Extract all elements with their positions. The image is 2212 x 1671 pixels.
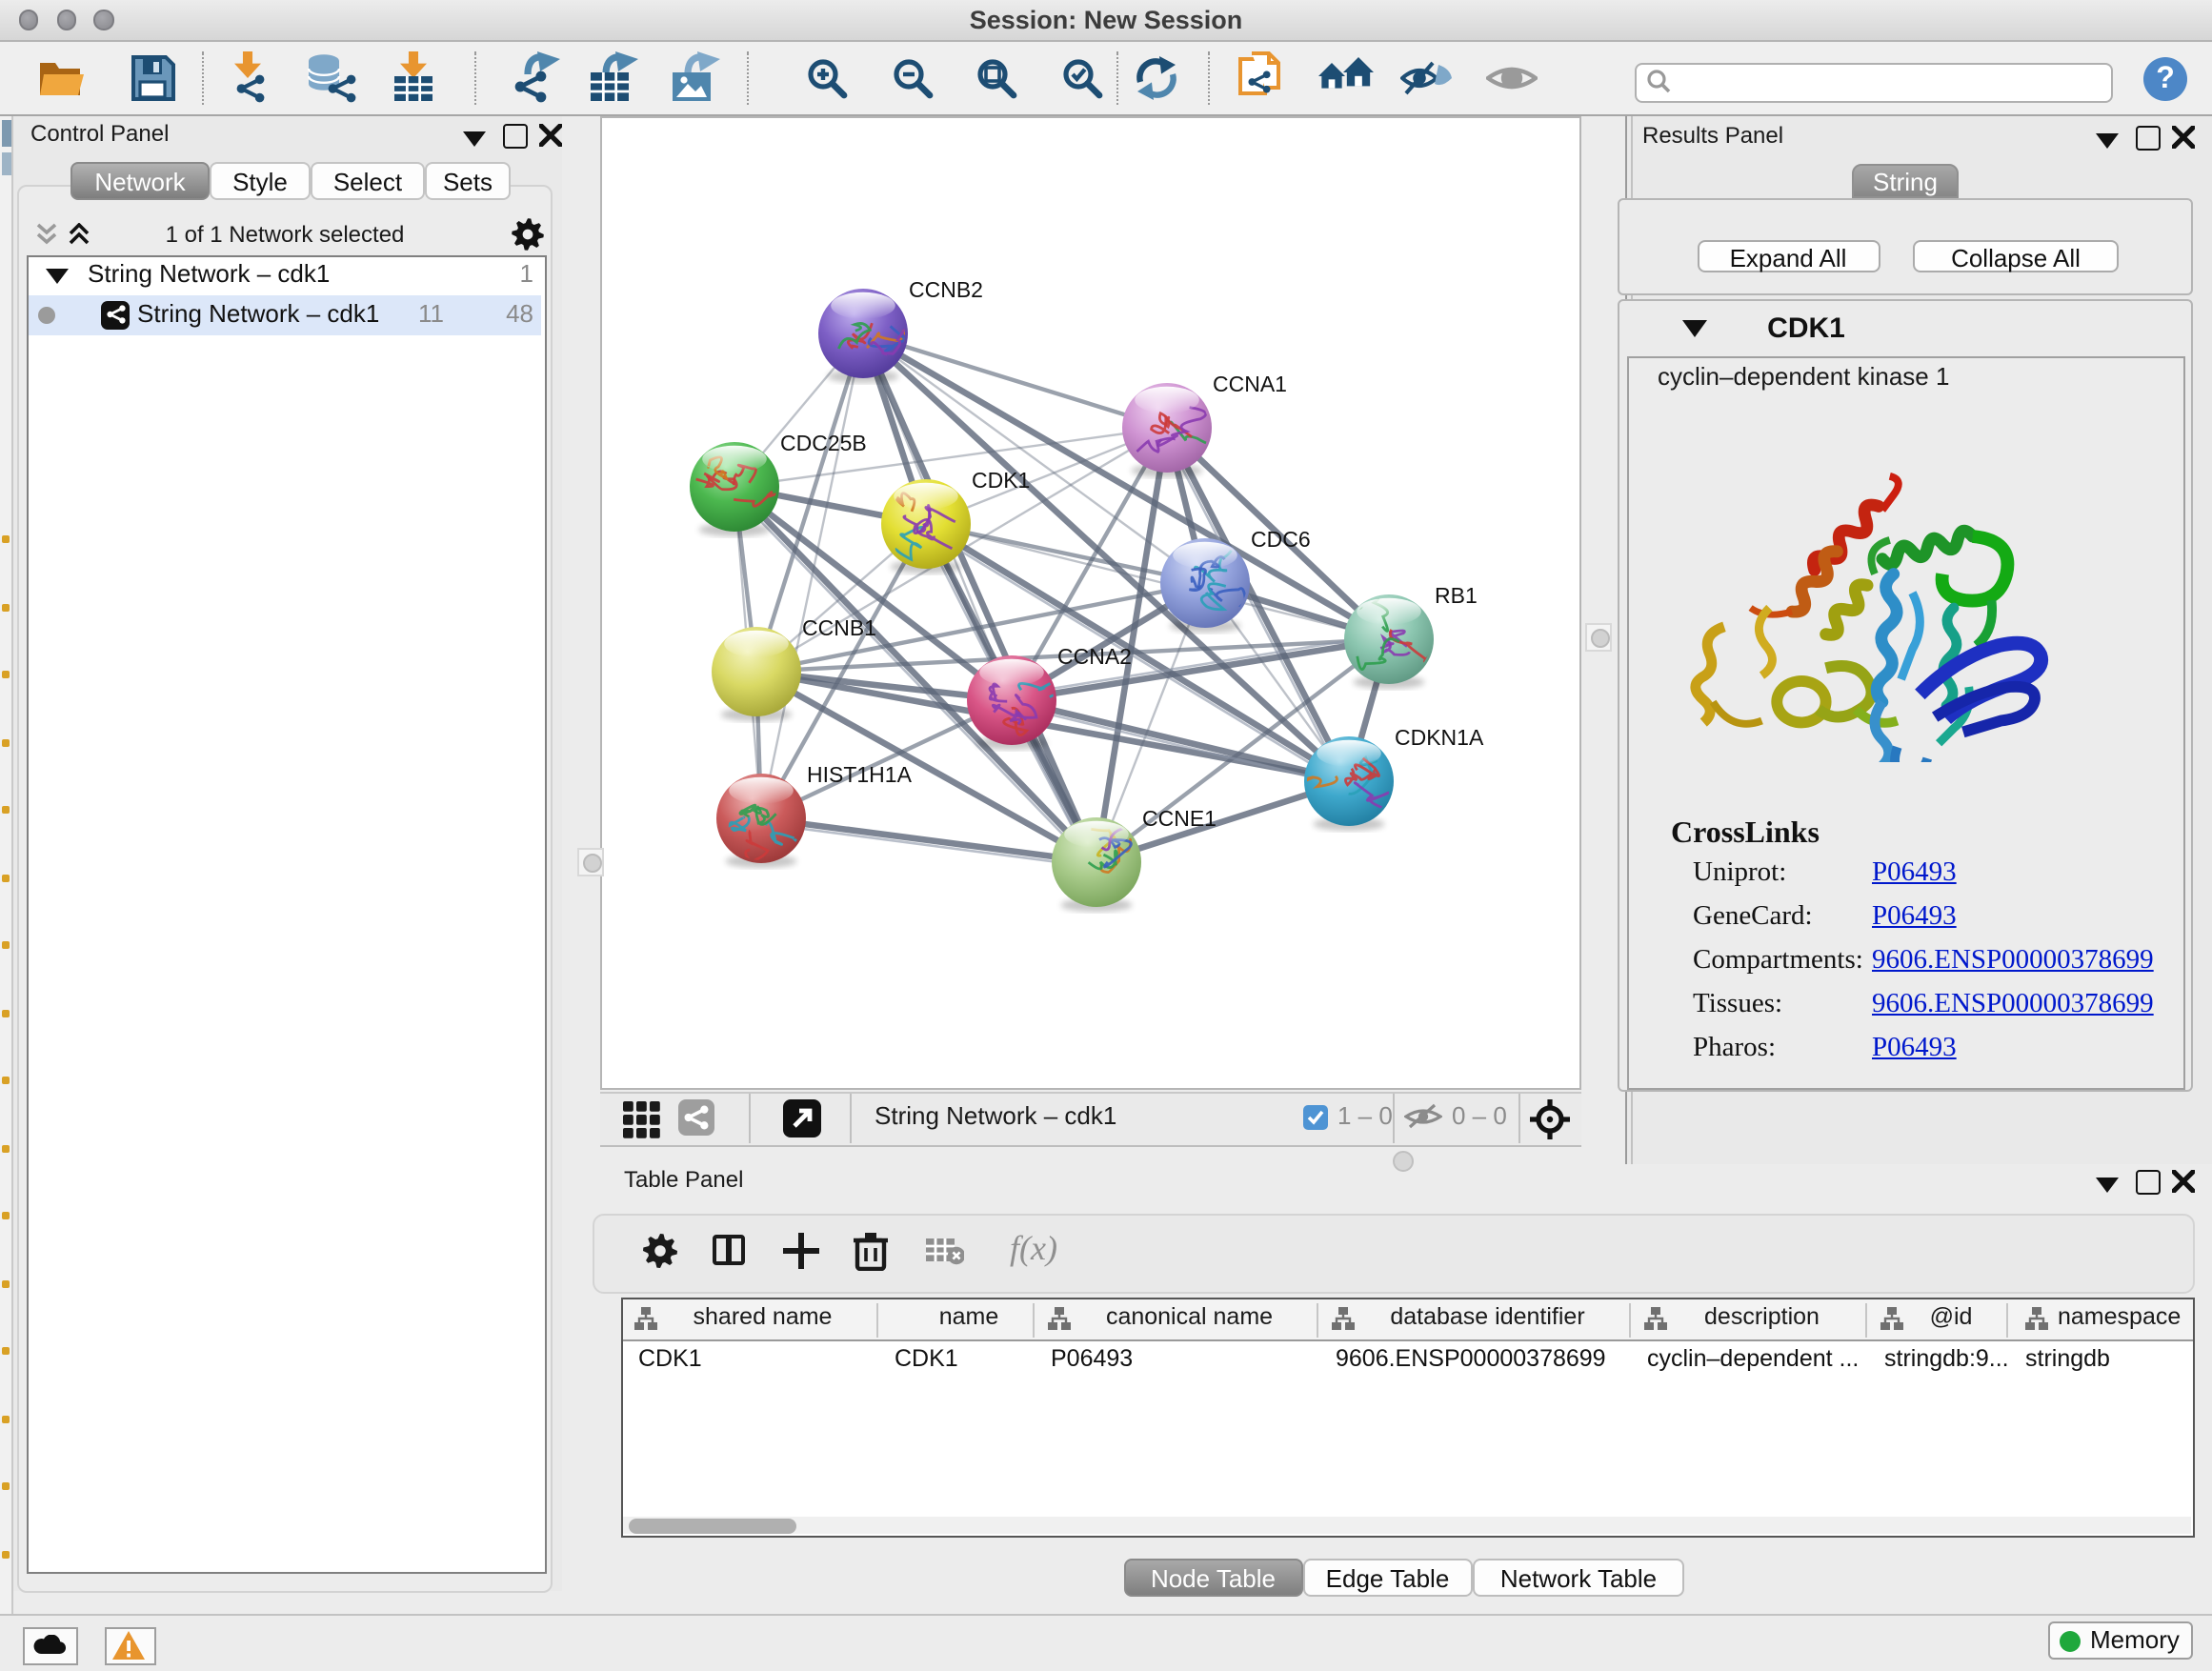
- svg-text:CCNB1: CCNB1: [801, 615, 875, 640]
- svg-text:HIST1H1A: HIST1H1A: [806, 762, 912, 787]
- svg-text:RB1: RB1: [1434, 583, 1477, 608]
- svg-text:CDC25B: CDC25B: [779, 431, 866, 455]
- svg-text:CCNB2: CCNB2: [908, 277, 982, 302]
- svg-text:CDC6: CDC6: [1250, 527, 1310, 552]
- svg-text:CCNA1: CCNA1: [1212, 372, 1286, 396]
- svg-text:CCNA2: CCNA2: [1056, 644, 1131, 669]
- svg-text:CCNE1: CCNE1: [1141, 806, 1216, 831]
- svg-text:CDKN1A: CDKN1A: [1394, 725, 1483, 750]
- svg-text:CDK1: CDK1: [971, 468, 1029, 493]
